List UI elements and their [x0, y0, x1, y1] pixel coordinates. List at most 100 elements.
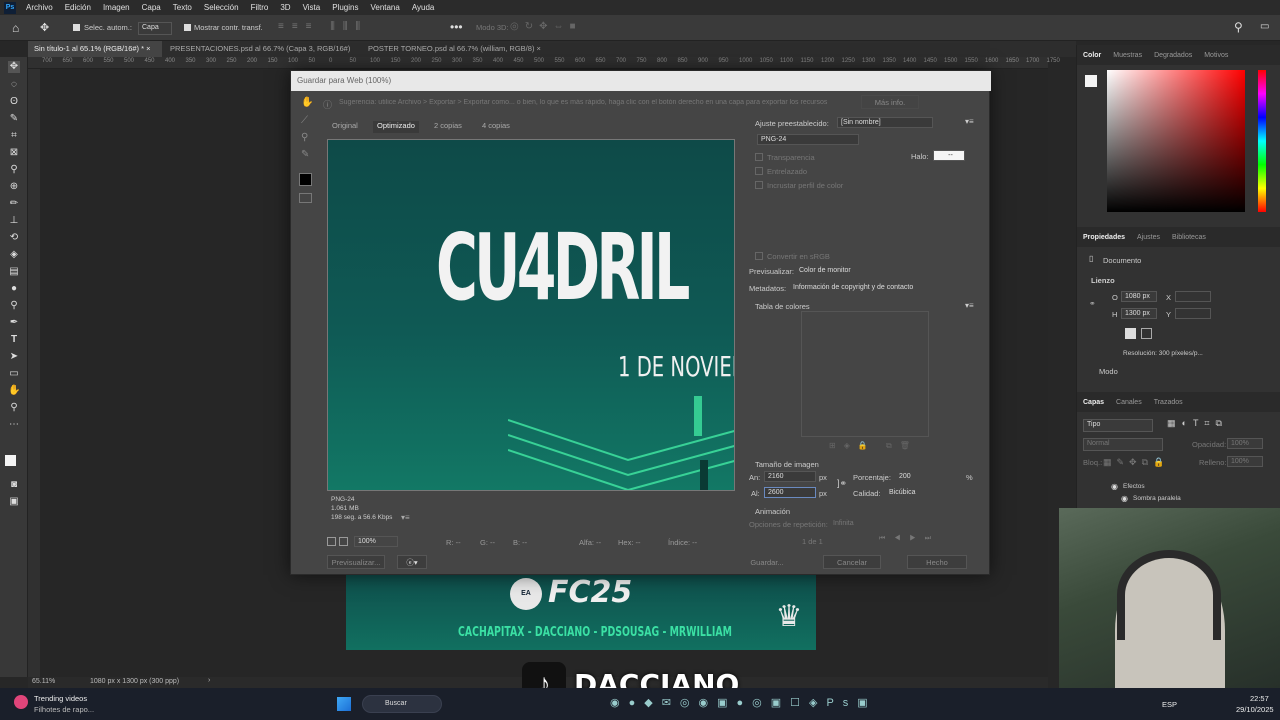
menu-edicion[interactable]: Edición	[59, 3, 97, 12]
canvas-height-field[interactable]: 1300 px	[1121, 308, 1157, 319]
keyboard-language[interactable]: ESP	[1162, 700, 1177, 709]
eyedropper-icon[interactable]: ⚲	[8, 164, 20, 176]
home-icon[interactable]: ⌂	[12, 21, 19, 35]
link-icon[interactable]: ⚭	[1089, 299, 1096, 308]
tab-ajustes[interactable]: Ajustes	[1131, 234, 1166, 241]
color-table-icons[interactable]: ⊞◈🔒 ⧉🗑	[829, 441, 918, 451]
canvas-x-field[interactable]	[1175, 291, 1211, 302]
marquee-tool-icon[interactable]: ◌	[8, 79, 20, 91]
tab-trazados[interactable]: Trazados	[1148, 399, 1189, 406]
align-icons[interactable]: ≡≡≡ ⫼⫼⫼	[278, 21, 368, 32]
menu-archivo[interactable]: Archivo	[20, 3, 59, 12]
save-button[interactable]: Guardar...	[739, 555, 795, 569]
eyedropper-icon[interactable]: ✎	[301, 149, 309, 160]
layer-filter-icons[interactable]: ▦◐T⌗⧉	[1167, 418, 1228, 429]
clock-time[interactable]: 22:57	[1250, 694, 1269, 703]
metadata-select[interactable]: Información de copyright y de contacto	[789, 282, 981, 293]
healing-brush-icon[interactable]: ⊕	[8, 181, 20, 193]
clock-date[interactable]: 29/10/2025	[1236, 705, 1274, 714]
width-field[interactable]: 2160	[764, 471, 816, 482]
cancel-button[interactable]: Cancelar	[823, 555, 881, 569]
add-view-icon[interactable]	[339, 537, 348, 546]
start-button-icon[interactable]	[337, 697, 351, 711]
tab-2-copias[interactable]: 2 copias	[434, 121, 462, 133]
canvas-y-field[interactable]	[1175, 308, 1211, 319]
slice-select-icon[interactable]: ⟋	[301, 115, 308, 126]
transparency-checkbox[interactable]	[755, 153, 763, 161]
color-table[interactable]	[801, 311, 929, 437]
close-icon[interactable]: ×	[537, 44, 541, 53]
crop-tool-icon[interactable]: ⌗	[8, 130, 20, 142]
tab-poster-torneo[interactable]: POSTER TORNEO.psd al 66.7% (william, RGB…	[362, 41, 552, 57]
gradient-tool-icon[interactable]: ▤	[8, 266, 20, 278]
tab-muestras[interactable]: Muestras	[1107, 52, 1148, 59]
settings-menu-icon[interactable]: ▾≡	[965, 117, 974, 126]
history-brush-icon[interactable]: ⟲	[8, 232, 20, 244]
menu-imagen[interactable]: Imagen	[97, 3, 136, 12]
tab-degradados[interactable]: Degradados	[1148, 52, 1198, 59]
preview-select[interactable]: Color de monitor	[795, 265, 981, 276]
eraser-icon[interactable]: ◈	[8, 249, 20, 261]
close-icon[interactable]: ×	[146, 44, 150, 53]
menu-ventana[interactable]: Ventana	[364, 3, 405, 12]
tab-optimizado[interactable]: Optimizado	[373, 121, 419, 133]
menu-plugins[interactable]: Plugins	[326, 3, 364, 12]
percent-field[interactable]: 200	[895, 471, 961, 482]
browser-preview-button[interactable]: ⓔ▾	[397, 555, 427, 569]
tab-capas[interactable]: Capas	[1077, 399, 1110, 406]
srgb-checkbox[interactable]	[755, 252, 763, 260]
search-icon[interactable]: ⚲	[1234, 20, 1243, 34]
photoshop-logo-icon[interactable]: Ps	[4, 1, 16, 14]
auto-select-checkbox[interactable]	[73, 24, 80, 31]
done-button[interactable]: Hecho	[907, 555, 967, 569]
fg-color-swatch[interactable]	[1085, 75, 1097, 87]
blend-mode-select[interactable]: Normal	[1083, 438, 1163, 451]
brush-tool-icon[interactable]: ✏	[8, 198, 20, 210]
screen-mode-icon[interactable]: ▣	[8, 496, 20, 508]
optimized-preview[interactable]: CU4DRIL 1 DE NOVIEME	[327, 139, 735, 491]
dodge-tool-icon[interactable]: ⚲	[8, 300, 20, 312]
pen-tool-icon[interactable]: ✒	[8, 317, 20, 329]
more-tools-icon[interactable]: ⋯	[8, 419, 20, 431]
format-select[interactable]: PNG-24	[757, 134, 859, 145]
menu-ayuda[interactable]: Ayuda	[406, 3, 441, 12]
tab-canales[interactable]: Canales	[1110, 399, 1148, 406]
height-field[interactable]: 2600	[764, 487, 816, 498]
quick-mask-icon[interactable]: ◙	[8, 479, 20, 491]
3d-tool-icons[interactable]: ◎↻✥⇔■	[510, 21, 582, 32]
zoom-tool-icon[interactable]: ⚲	[8, 402, 20, 414]
taskbar-app-icons[interactable]: ◉●◆✉◎◉▣●◎▣☐◈Ps▣	[610, 696, 877, 709]
rectangle-tool-icon[interactable]: ▭	[8, 368, 20, 380]
quick-select-icon[interactable]: ✎	[8, 113, 20, 125]
eyedropper-color-swatch[interactable]	[299, 173, 312, 186]
opacity-field[interactable]: 100%	[1227, 438, 1263, 449]
search-box[interactable]: Buscar	[362, 695, 442, 713]
orientation-portrait-icon[interactable]	[1125, 328, 1136, 339]
zoom-level-select[interactable]: 100%	[354, 536, 398, 547]
tab-original[interactable]: Original	[332, 121, 358, 133]
layer-select[interactable]: Capa	[138, 22, 172, 35]
color-picker-field[interactable]	[1107, 70, 1245, 212]
tab-motivos[interactable]: Motivos	[1198, 52, 1234, 59]
show-transform-checkbox[interactable]	[184, 24, 191, 31]
tab-presentaciones[interactable]: PRESENTACIONES.psd al 66.7% (Capa 3, RGB…	[164, 41, 360, 69]
toggle-slices-icon[interactable]	[299, 193, 312, 203]
hand-tool-icon[interactable]: ✋	[301, 97, 313, 108]
move-tool-icon[interactable]: ✥	[40, 21, 49, 34]
menu-capa[interactable]: Capa	[136, 3, 167, 12]
quality-select[interactable]: Bicúbica	[885, 487, 981, 498]
zoom-icon[interactable]: ⚲	[301, 132, 308, 143]
lasso-tool-icon[interactable]: ʘ	[8, 96, 20, 108]
embed-profile-checkbox[interactable]	[755, 181, 763, 189]
preview-button[interactable]: Previsualizar...	[327, 555, 385, 569]
move-tool-icon[interactable]: ✥	[8, 61, 20, 73]
tab-sin-titulo[interactable]: Sin título-1 al 65.1% (RGB/16#) * ×	[28, 41, 162, 57]
menu-seleccion[interactable]: Selección	[198, 3, 245, 12]
news-widget-icon[interactable]	[14, 695, 28, 709]
layer-filter-select[interactable]: Tipo	[1083, 419, 1153, 432]
tab-4-copias[interactable]: 4 copias	[482, 121, 510, 133]
workspace-icon[interactable]: ▭	[1260, 21, 1269, 32]
hue-slider[interactable]	[1258, 70, 1266, 212]
more-info-button[interactable]: Más info.	[861, 95, 919, 109]
stamp-tool-icon[interactable]: ⊥	[8, 215, 20, 227]
